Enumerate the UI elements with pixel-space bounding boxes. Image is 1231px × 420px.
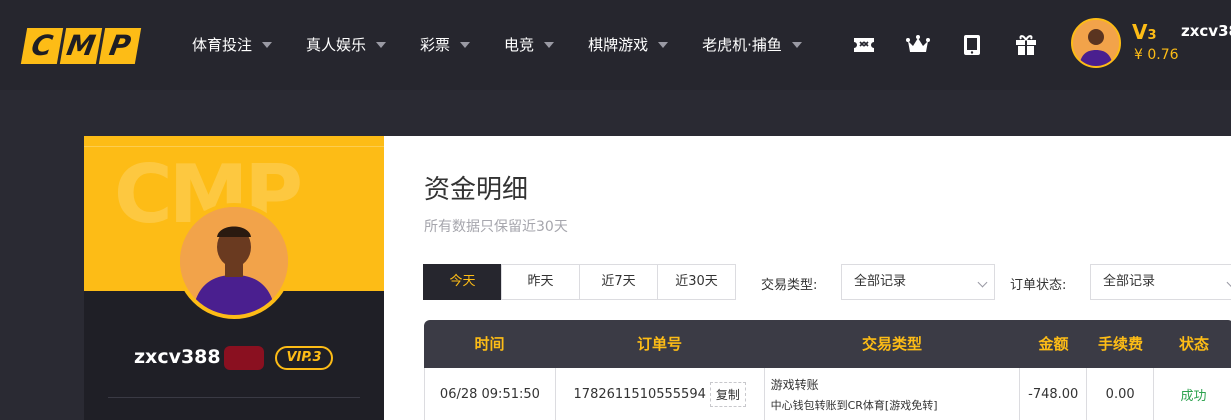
cell-order-no: 1782611510555594 复制 — [556, 368, 765, 420]
page-subtitle: 所有数据只保留近30天 — [424, 219, 568, 235]
cell-fee: 0.00 — [1087, 368, 1155, 420]
nav-item-card-games[interactable]: 棋牌游戏 — [588, 34, 669, 55]
nav-item-lottery[interactable]: 彩票 — [420, 34, 471, 55]
nav-item-slots-fishing[interactable]: 老虎机·捕鱼 — [702, 34, 802, 55]
redaction-mark — [224, 346, 264, 370]
tab-last-30-days[interactable]: 近30天 — [657, 264, 736, 300]
chevron-down-icon — [460, 41, 471, 48]
chevron-down-icon — [376, 41, 387, 48]
logo-letter: P — [98, 28, 142, 64]
copy-button[interactable]: 复制 — [709, 382, 746, 407]
transaction-type-label: 交易类型: — [761, 278, 818, 293]
username[interactable]: zxcv38 — [1181, 22, 1231, 40]
crown-icon[interactable] — [906, 33, 930, 57]
fund-details-panel: 资金明细 所有数据只保留近30天 今天 昨天 近7天 近30天 交易类型: 全部… — [384, 136, 1231, 420]
logo-letter: M — [59, 28, 103, 64]
transactions-table: 时间 订单号 交易类型 金额 手续费 状态 06/28 09:51:50 178… — [424, 320, 1231, 420]
chevron-down-icon — [262, 41, 273, 48]
gift-icon[interactable] — [1014, 33, 1038, 57]
tab-last-7-days[interactable]: 近7天 — [579, 264, 658, 300]
tab-today[interactable]: 今天 — [423, 264, 502, 300]
balance: ¥ 0.76 — [1134, 47, 1179, 63]
profile-panel: CMP zxcv388 VIP.3 — [84, 136, 384, 420]
cell-amount: -748.00 — [1020, 368, 1088, 420]
tab-yesterday[interactable]: 昨天 — [501, 264, 580, 300]
header-status: 状态 — [1178, 335, 1209, 353]
header-icons — [852, 33, 1038, 57]
header-amount: 金额 — [1038, 335, 1069, 353]
vip-level: V3 — [1132, 20, 1157, 44]
chevron-down-icon — [658, 41, 669, 48]
nav-item-live-casino[interactable]: 真人娱乐 — [306, 34, 387, 55]
avatar[interactable] — [1071, 18, 1121, 68]
nav-item-esports[interactable]: 电竞 — [504, 34, 555, 55]
header-type: 交易类型 — [861, 335, 922, 353]
header-order-no: 订单号 — [636, 335, 682, 353]
page-title: 资金明细 — [424, 175, 529, 205]
profile-avatar[interactable] — [176, 203, 292, 319]
top-navigation-bar: C M P 体育投注 真人娱乐 彩票 电竞 棋牌游戏 老虎机·捕鱼 V3 ¥ 0… — [0, 0, 1231, 90]
order-status-label: 订单状态: — [1010, 278, 1067, 293]
ticket-icon[interactable] — [852, 33, 876, 57]
cell-type: 游戏转账 中心钱包转账到CR体育[游戏免转] — [765, 368, 1021, 420]
vip-badge: VIP.3 — [275, 346, 333, 370]
chevron-down-icon — [1226, 277, 1231, 288]
table-row: 06/28 09:51:50 1782611510555594 复制 游戏转账 … — [424, 368, 1231, 420]
date-range-tabs: 今天 昨天 近7天 近30天 — [423, 264, 736, 300]
table-header: 时间 订单号 交易类型 金额 手续费 状态 — [424, 320, 1231, 368]
cmp-logo[interactable]: C M P — [20, 28, 142, 64]
divider — [108, 397, 360, 398]
transaction-type-select[interactable]: 全部记录 — [841, 264, 995, 300]
chevron-down-icon — [977, 277, 988, 288]
profile-username: zxcv388 — [134, 346, 221, 368]
chevron-down-icon — [544, 41, 555, 48]
header-time: 时间 — [474, 335, 505, 353]
tablet-icon[interactable] — [960, 33, 984, 57]
logo-letter: C — [20, 28, 64, 64]
status-badge: 成功 — [1154, 368, 1231, 420]
nav-item-sports[interactable]: 体育投注 — [192, 34, 273, 55]
order-status-select[interactable]: 全部记录 — [1090, 264, 1231, 300]
chevron-down-icon — [791, 41, 802, 48]
main-nav: 体育投注 真人娱乐 彩票 电竞 棋牌游戏 老虎机·捕鱼 — [192, 34, 836, 55]
cell-time: 06/28 09:51:50 — [425, 368, 556, 420]
header-fee: 手续费 — [1097, 335, 1143, 353]
